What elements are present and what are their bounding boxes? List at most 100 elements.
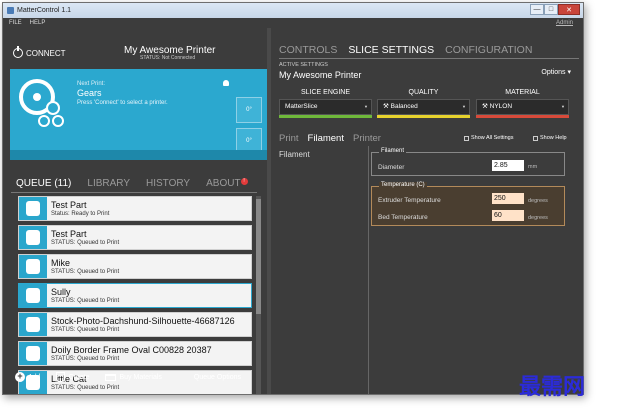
create-button[interactable]: Create [56, 372, 89, 382]
notification-bell-icon[interactable] [223, 80, 229, 86]
create-label: Create [68, 373, 90, 381]
app-icon [7, 7, 14, 14]
queue-item-name: Mike [51, 258, 71, 268]
selector-color-bar [476, 115, 569, 118]
plus-icon: + [15, 372, 25, 382]
extruder-temp-button[interactable]: 0° [236, 97, 262, 123]
maximize-button[interactable]: □ [544, 4, 558, 15]
minimize-button[interactable]: — [530, 4, 544, 15]
next-print-label: Next Print: [77, 81, 106, 87]
quality-dropdown[interactable]: ⚒ Balanced [377, 99, 470, 115]
gear-icon-small [38, 115, 50, 127]
queue-options-button[interactable]: Queue Options [194, 374, 241, 381]
slice-engine-dropdown[interactable]: MatterSlice [279, 99, 372, 115]
app-window: MatterControl 1.1 — □ ✕ FILE HELP Admin … [2, 2, 584, 395]
queue-item-status: STATUS: Queued to Print [51, 269, 120, 275]
show-help-label: Show Help [540, 135, 567, 141]
close-button[interactable]: ✕ [558, 4, 580, 15]
queue-item[interactable]: Mike STATUS: Queued to Print [18, 254, 252, 279]
show-help-checkbox[interactable]: Show Help [533, 135, 567, 141]
active-settings-label: ACTIVE SETTINGS [279, 62, 328, 68]
window-title: MatterControl 1.1 [17, 7, 72, 14]
extruder-temp-input[interactable]: 250 [492, 193, 524, 204]
quality-value: Balanced [390, 103, 418, 110]
gear-icon [46, 101, 60, 115]
options-menu[interactable]: Options ▾ [541, 68, 571, 76]
filament-group-title: Filament [379, 148, 407, 154]
show-all-label: Show All Settings [471, 135, 514, 141]
title-bar: MatterControl 1.1 — □ ✕ [3, 3, 583, 18]
diameter-label: Diameter [378, 164, 405, 171]
admin-link[interactable]: Admin [556, 20, 573, 26]
part-thumbnail [19, 226, 47, 249]
queue-item-name: Doily Border Frame Oval C00828 20387 [51, 345, 212, 355]
queue-item-status: STATUS: Queued to Print [51, 298, 120, 304]
banner-progress-strip [10, 150, 267, 160]
menu-help[interactable]: HELP [30, 20, 46, 26]
tab-history[interactable]: HISTORY [146, 178, 190, 189]
window-controls: — □ ✕ [530, 4, 580, 15]
tab-about-label: ABOUT [206, 178, 241, 189]
queue-item[interactable]: Stock-Photo-Dachshund-Silhouette-4668712… [18, 312, 252, 337]
main-tabs: CONTROLS SLICE SETTINGS CONFIGURATION [279, 44, 532, 56]
part-thumbnail [19, 284, 47, 307]
connect-button[interactable]: CONNECT [13, 46, 66, 58]
flask-icon [56, 372, 66, 382]
selector-header: MATERIAL [505, 89, 540, 96]
subtab-printer[interactable]: Printer [353, 133, 381, 144]
settings-category-filament[interactable]: Filament [279, 150, 310, 159]
queue-actions: + Add Create Buy Materials Queue Options [15, 372, 255, 382]
part-thumbnail [19, 342, 47, 365]
menu-bar: FILE HELP Admin [3, 18, 583, 28]
tab-queue[interactable]: QUEUE (11) [16, 178, 71, 189]
connect-label: CONNECT [26, 48, 66, 58]
right-panel: CONTROLS SLICE SETTINGS CONFIGURATION AC… [271, 28, 583, 394]
queue-list: Test Part Status: Ready to Print Test Pa… [18, 196, 252, 394]
queue-item[interactable]: Test Part STATUS: Queued to Print [18, 225, 252, 250]
selector-header: SLICE ENGINE [300, 89, 350, 96]
cart-icon [105, 373, 117, 381]
scrollbar-thumb[interactable] [256, 199, 261, 314]
settings-sub-tabs: Print Filament Printer [279, 133, 381, 144]
update-badge: ! [240, 178, 248, 185]
queue-item[interactable]: Test Part Status: Ready to Print [18, 196, 252, 221]
add-button[interactable]: + Add [15, 372, 40, 382]
queue-item[interactable]: Doily Border Frame Oval C00828 20387 STA… [18, 341, 252, 366]
subtab-print[interactable]: Print [279, 133, 299, 144]
tab-slice-settings[interactable]: SLICE SETTINGS [348, 44, 434, 56]
menu-file[interactable]: FILE [9, 20, 22, 26]
power-icon [13, 46, 23, 58]
material-value: NYLON [489, 103, 513, 110]
queue-item-status: Status: Ready to Print [51, 211, 110, 217]
options-label: Options [541, 69, 566, 76]
tab-configuration[interactable]: CONFIGURATION [445, 44, 532, 56]
tab-library[interactable]: LIBRARY [87, 178, 130, 189]
bed-temp-input[interactable]: 60 [492, 210, 524, 221]
queue-tabs-underline [11, 192, 257, 193]
selector-color-bar [377, 115, 470, 118]
bed-temp-label: Bed Temperature [378, 214, 428, 221]
subtab-filament[interactable]: Filament [308, 133, 344, 144]
tab-controls[interactable]: CONTROLS [279, 44, 337, 56]
tab-about[interactable]: ABOUT! [206, 178, 248, 189]
temperature-group-title: Temperature (C) [379, 182, 427, 188]
buy-materials-label: Buy Materials [119, 373, 162, 381]
selector-header: QUALITY [408, 89, 439, 96]
material-dropdown[interactable]: ⚒ NYLON [476, 99, 569, 115]
queue-item-name: Sully [51, 287, 71, 297]
queue-item-name: Test Part [51, 229, 87, 239]
buy-materials-button[interactable]: Buy Materials [105, 373, 162, 381]
main-tabs-underline [279, 58, 579, 59]
queue-item-status: STATUS: Queued to Print [51, 356, 120, 362]
extruder-temp-label: Extruder Temperature [378, 197, 441, 204]
active-printer-name: My Awesome Printer [279, 70, 362, 80]
show-all-settings-checkbox[interactable]: Show All Settings [464, 135, 514, 141]
checkbox-icon [533, 135, 538, 141]
queue-scrollbar[interactable] [256, 196, 261, 394]
queue-item-selected[interactable]: Sully STATUS: Queued to Print [18, 283, 252, 308]
diameter-input[interactable]: 2.85 [492, 160, 524, 171]
quality-selector: QUALITY ⚒ Balanced [377, 87, 470, 119]
left-panel: CONNECT My Awesome Printer STATUS: Not C… [3, 28, 267, 394]
temperature-group: Temperature (C) Extruder Temperature 250… [371, 182, 565, 226]
bed-temp-unit: degrees [528, 215, 548, 221]
